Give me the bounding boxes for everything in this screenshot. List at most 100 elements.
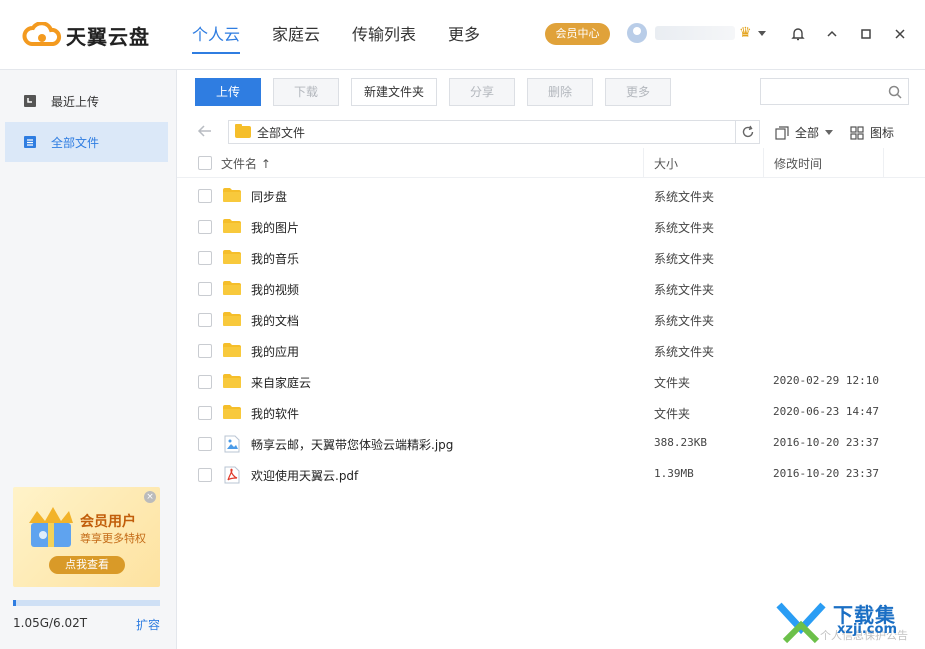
folder-icon — [222, 249, 242, 268]
row-checkbox[interactable] — [198, 437, 212, 451]
folder-icon — [222, 373, 242, 392]
folder-icon — [235, 124, 251, 138]
file-name[interactable]: 我的音乐 — [251, 250, 299, 267]
file-name[interactable]: 我的视频 — [251, 281, 299, 298]
folder-icon — [222, 342, 242, 361]
back-arrow-icon[interactable] — [197, 124, 213, 138]
user-menu[interactable]: ♛ — [627, 23, 766, 43]
column-header-size[interactable]: 大小 — [654, 155, 678, 172]
row-checkbox[interactable] — [198, 344, 212, 358]
cloud-logo-icon — [22, 22, 62, 46]
row-checkbox[interactable] — [198, 189, 212, 203]
file-size: 388.23KB — [654, 436, 707, 449]
table-row[interactable]: 我的文档 系统文件夹 — [177, 304, 925, 335]
table-row[interactable]: 我的音乐 系统文件夹 — [177, 242, 925, 273]
more-button[interactable]: 更多 — [605, 78, 671, 106]
table-row[interactable]: 我的视频 系统文件夹 — [177, 273, 925, 304]
file-toolbar: 上传 下载 新建文件夹 分享 删除 更多 — [195, 78, 683, 106]
table-row[interactable]: 来自家庭云 文件夹 2020-02-29 12:10 — [177, 366, 925, 397]
table-row[interactable]: 同步盘 系统文件夹 — [177, 180, 925, 211]
file-name[interactable]: 我的应用 — [251, 343, 299, 360]
sidebar-item-recent-uploads[interactable]: 最近上传 — [5, 81, 168, 121]
column-divider[interactable] — [883, 148, 884, 178]
copy-stack-icon — [775, 125, 789, 140]
download-button[interactable]: 下载 — [273, 78, 339, 106]
row-checkbox[interactable] — [198, 313, 212, 327]
file-size: 文件夹 — [654, 376, 691, 390]
file-mtime: 2016-10-20 23:37 — [773, 467, 879, 480]
breadcrumb[interactable]: 全部文件 — [228, 120, 760, 144]
row-checkbox[interactable] — [198, 282, 212, 296]
sidebar-item-label: 全部文件 — [51, 135, 100, 150]
sidebar-item-label: 最近上传 — [51, 94, 100, 109]
files-icon — [23, 135, 37, 149]
row-checkbox[interactable] — [198, 375, 212, 389]
file-size: 系统文件夹 — [654, 190, 715, 204]
app-name: 天翼云盘 — [66, 24, 150, 49]
file-name[interactable]: 我的软件 — [251, 405, 299, 422]
folder-icon — [222, 311, 242, 330]
maximize-icon[interactable] — [856, 24, 876, 44]
delete-button[interactable]: 删除 — [527, 78, 593, 106]
bell-icon[interactable] — [788, 24, 808, 44]
table-row[interactable]: 欢迎使用天翼云.pdf 1.39MB 2016-10-20 23:37 — [177, 459, 925, 490]
file-name[interactable]: 来自家庭云 — [251, 374, 311, 391]
tab-transfer-list[interactable]: 传输列表 — [352, 22, 416, 50]
column-divider[interactable] — [763, 148, 764, 178]
avatar — [627, 23, 647, 43]
file-name[interactable]: 我的图片 — [251, 219, 299, 236]
new-folder-button[interactable]: 新建文件夹 — [351, 78, 437, 106]
close-icon[interactable] — [890, 24, 910, 44]
search-input[interactable] — [760, 78, 909, 105]
app-logo[interactable]: 天翼云盘 — [22, 20, 150, 50]
column-header-name[interactable]: 文件名 ↑ — [221, 155, 271, 172]
column-divider[interactable] — [643, 148, 644, 178]
view-mode-label: 图标 — [870, 126, 895, 140]
row-checkbox[interactable] — [198, 251, 212, 265]
pdf-file-icon — [224, 466, 240, 487]
sidebar-item-all-files[interactable]: 全部文件 — [5, 122, 168, 162]
search-icon[interactable] — [888, 85, 902, 99]
table-row[interactable]: 畅享云邮，天翼带您体验云端精彩.jpg 388.23KB 2016-10-20 23… — [177, 428, 925, 459]
column-header-mtime[interactable]: 修改时间 — [774, 155, 822, 172]
username-blurred — [655, 26, 735, 40]
tab-family-cloud[interactable]: 家庭云 — [272, 22, 320, 50]
row-checkbox[interactable] — [198, 468, 212, 482]
row-checkbox[interactable] — [198, 220, 212, 234]
file-name[interactable]: 我的文档 — [251, 312, 299, 329]
row-checkbox[interactable] — [198, 406, 212, 420]
refresh-icon[interactable] — [735, 121, 759, 143]
table-row[interactable]: 我的图片 系统文件夹 — [177, 211, 925, 242]
tab-more[interactable]: 更多 — [448, 22, 480, 50]
upload-button[interactable]: 上传 — [195, 78, 261, 106]
file-mtime: 2020-06-23 14:47 — [773, 405, 879, 418]
share-button[interactable]: 分享 — [449, 78, 515, 106]
collapse-icon[interactable] — [822, 24, 842, 44]
file-name[interactable]: 同步盘 — [251, 188, 287, 205]
promo-view-button[interactable]: 点我查看 — [49, 556, 125, 574]
select-all-checkbox[interactable] — [198, 156, 212, 170]
storage-quota-text: 1.05G/6.02T — [13, 616, 88, 630]
file-mtime: 2020-02-29 12:10 — [773, 374, 879, 387]
member-center-button[interactable]: 会员中心 — [545, 23, 610, 45]
file-name[interactable]: 畅享云邮，天翼带您体验云端精彩.jpg — [251, 436, 453, 453]
file-size: 系统文件夹 — [654, 283, 715, 297]
tab-personal-cloud[interactable]: 个人云 — [192, 22, 241, 54]
file-name[interactable]: 欢迎使用天翼云.pdf — [251, 467, 358, 484]
folder-icon — [222, 218, 242, 237]
storage-quota-fill — [13, 600, 16, 606]
grid-icon — [850, 125, 864, 140]
expand-storage-link[interactable]: 扩容 — [136, 616, 160, 633]
clock-doc-icon — [23, 94, 37, 108]
table-row[interactable]: 我的应用 系统文件夹 — [177, 335, 925, 366]
crown-gift-icon — [29, 507, 73, 547]
filter-dropdown[interactable]: 全部 — [775, 124, 834, 141]
view-mode-toggle[interactable]: 图标 — [850, 124, 894, 141]
breadcrumb-current: 全部文件 — [257, 125, 306, 140]
file-mtime: 2016-10-20 23:37 — [773, 436, 879, 449]
member-promo-banner[interactable]: × 会员用户 尊享更多特权 点我查看 — [13, 487, 160, 587]
storage-quota-bar — [13, 600, 160, 606]
table-row[interactable]: 我的软件 文件夹 2020-06-23 14:47 — [177, 397, 925, 428]
folder-icon — [222, 187, 242, 206]
promo-close-icon[interactable]: × — [144, 491, 156, 503]
